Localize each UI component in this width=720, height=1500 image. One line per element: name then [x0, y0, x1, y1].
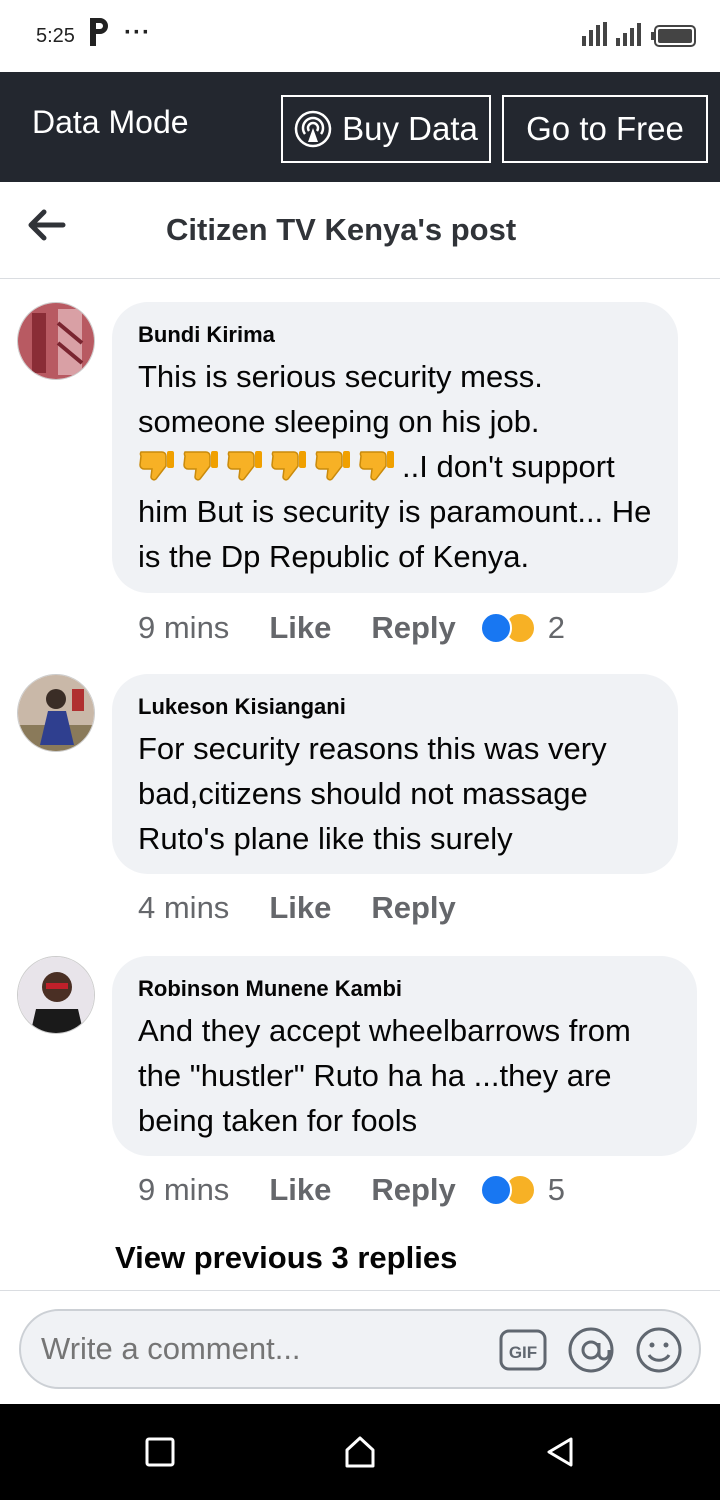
avatar[interactable]: [17, 674, 95, 752]
buy-data-label: Buy Data: [342, 110, 478, 147]
reply-button[interactable]: Reply: [371, 1172, 455, 1208]
like-button[interactable]: Like: [269, 1172, 331, 1208]
gif-icon[interactable]: GIF: [498, 1325, 548, 1375]
comment-time[interactable]: 9 mins: [138, 610, 229, 646]
thumbs-down-emoji-icon: [315, 451, 350, 481]
avatar-image: [18, 303, 94, 379]
recent-apps-icon[interactable]: [142, 1434, 178, 1470]
thumbs-down-emoji-icon: [183, 451, 218, 481]
comment-actions: 9 mins Like Reply 5: [138, 1172, 565, 1208]
comment-text: This is serious security mess. someone s…: [138, 354, 652, 579]
like-reaction-icon: [479, 612, 512, 644]
comment-text: For security reasons this was very bad,c…: [138, 731, 607, 856]
comment-bubble: Lukeson Kisiangani For security reasons …: [112, 674, 678, 874]
avatar[interactable]: [17, 302, 95, 380]
comment-time[interactable]: 4 mins: [138, 890, 229, 926]
signal-icon: [582, 22, 641, 46]
like-button[interactable]: Like: [269, 890, 331, 926]
home-icon[interactable]: [342, 1434, 378, 1470]
data-mode-label: Data Mode: [32, 104, 189, 140]
gif-label: GIF: [509, 1343, 537, 1362]
avatar-image: [18, 957, 94, 1033]
reply-button[interactable]: Reply: [371, 610, 455, 646]
page-title: Citizen TV Kenya's post: [166, 212, 517, 247]
comment-author[interactable]: Lukeson Kisiangani: [138, 694, 652, 720]
thumbs-down-emoji-icon: [359, 451, 394, 481]
go-to-free-button[interactable]: Go to Free: [502, 95, 708, 163]
comment-bubble: Robinson Munene Kambi And they accept wh…: [112, 956, 697, 1156]
comment-author[interactable]: Bundi Kirima: [138, 322, 652, 348]
reactions-summary[interactable]: 5: [479, 1172, 566, 1208]
status-time: 5:25: [36, 25, 75, 47]
go-to-free-label: Go to Free: [526, 110, 684, 147]
reply-button[interactable]: Reply: [371, 890, 455, 926]
buy-data-button[interactable]: Buy Data: [281, 95, 491, 163]
comment-text: And they accept wheelbarrows from the "h…: [138, 1013, 631, 1138]
like-button[interactable]: Like: [269, 610, 331, 646]
reaction-count: 5: [547, 1172, 566, 1207]
battery-icon: [651, 25, 696, 47]
reactions-summary[interactable]: 2: [479, 610, 566, 646]
comment-actions: 9 mins Like Reply 2: [138, 610, 565, 646]
comment-bubble: Bundi Kirima This is serious security me…: [112, 302, 678, 593]
thumbs-down-emoji-icon: [139, 451, 174, 481]
back-triangle-icon[interactable]: [542, 1434, 578, 1470]
back-arrow-icon[interactable]: [28, 208, 66, 242]
mention-icon[interactable]: [566, 1325, 616, 1375]
comment-text-part: This is serious security mess. someone s…: [138, 359, 543, 439]
avatar[interactable]: [17, 956, 95, 1034]
post-header: Citizen TV Kenya's post: [0, 182, 720, 279]
status-bar: 5:25 ···: [0, 0, 720, 72]
like-reaction-icon: [479, 1174, 512, 1206]
avatar-image: [18, 675, 94, 751]
comment-author[interactable]: Robinson Munene Kambi: [138, 976, 671, 1002]
signal-broadcast-icon: [294, 110, 332, 148]
comment-composer: GIF: [0, 1290, 720, 1404]
comment-actions: 4 mins Like Reply: [138, 890, 496, 926]
data-mode-bar: Data Mode Buy Data Go to Free: [0, 72, 720, 182]
thumbs-down-emoji-icon: [227, 451, 262, 481]
thumbs-down-emoji-icon: [271, 451, 306, 481]
reaction-count: 2: [547, 610, 566, 645]
comment-time[interactable]: 9 mins: [138, 1172, 229, 1208]
view-previous-replies-link[interactable]: View previous 3 replies: [115, 1240, 457, 1276]
thumbs-down-emoji-group: [138, 449, 402, 484]
more-notifications-icon: ···: [124, 19, 151, 46]
emoji-icon[interactable]: [634, 1325, 684, 1375]
p-icon: [90, 18, 108, 46]
system-nav-bar: [0, 1404, 720, 1500]
